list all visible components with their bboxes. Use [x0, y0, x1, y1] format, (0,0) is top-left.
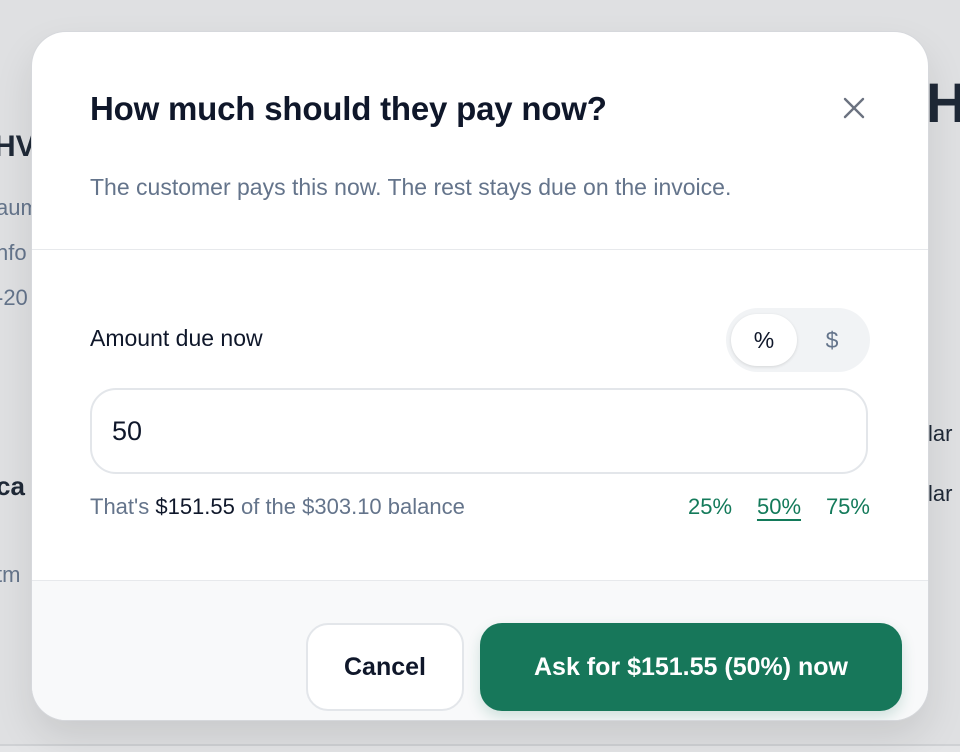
background-left-content: HV aum nfo -20 ca tm	[0, 100, 34, 620]
background-text-fragment: tm	[0, 562, 21, 587]
background-text-fragment: lar	[928, 481, 953, 506]
preset-25-button[interactable]: 25%	[688, 494, 732, 520]
background-text-fragment: lar	[928, 421, 953, 446]
background-text-fragment: nfo	[0, 240, 27, 265]
percent-toggle-button[interactable]: %	[731, 314, 797, 366]
ask-payment-button[interactable]: Ask for $151.55 (50%) now	[480, 623, 902, 711]
cancel-button[interactable]: Cancel	[306, 623, 464, 711]
background-text-fragment: aum	[0, 195, 34, 220]
background-heading-fragment: ca	[0, 471, 25, 501]
screen: HV aum nfo -20 ca tm H lar lar How much …	[0, 0, 960, 752]
amount-input[interactable]	[90, 388, 868, 474]
preset-50-button[interactable]: 50%	[757, 494, 801, 520]
background-heading-fragment: HV	[0, 130, 34, 163]
dialog-subtitle: The customer pays this now. The rest sta…	[90, 174, 732, 200]
header-divider	[32, 249, 928, 250]
unit-toggle: % $	[726, 308, 870, 372]
background-text-fragment: -20	[0, 285, 28, 310]
preset-75-button[interactable]: 75%	[826, 494, 870, 520]
dollar-toggle-button[interactable]: $	[799, 314, 865, 366]
summary-prefix: That's	[90, 494, 156, 519]
payment-amount-dialog: How much should they pay now? The custom…	[32, 32, 928, 720]
summary-amount: $151.55	[155, 494, 235, 519]
close-icon	[843, 97, 865, 119]
background-divider	[0, 744, 960, 746]
summary-suffix: of the $303.10 balance	[234, 494, 465, 519]
background-heading-fragment: H	[926, 71, 960, 134]
close-button[interactable]	[838, 92, 870, 124]
amount-due-label: Amount due now	[90, 325, 263, 351]
amount-summary: That's $151.55 of the $303.10 balance	[90, 494, 465, 520]
preset-percentages: 25% 50% 75%	[688, 494, 870, 520]
background-right-content: H lar lar	[926, 50, 960, 570]
dialog-title: How much should they pay now?	[90, 90, 607, 127]
dialog-footer: Cancel Ask for $151.55 (50%) now	[32, 580, 928, 720]
